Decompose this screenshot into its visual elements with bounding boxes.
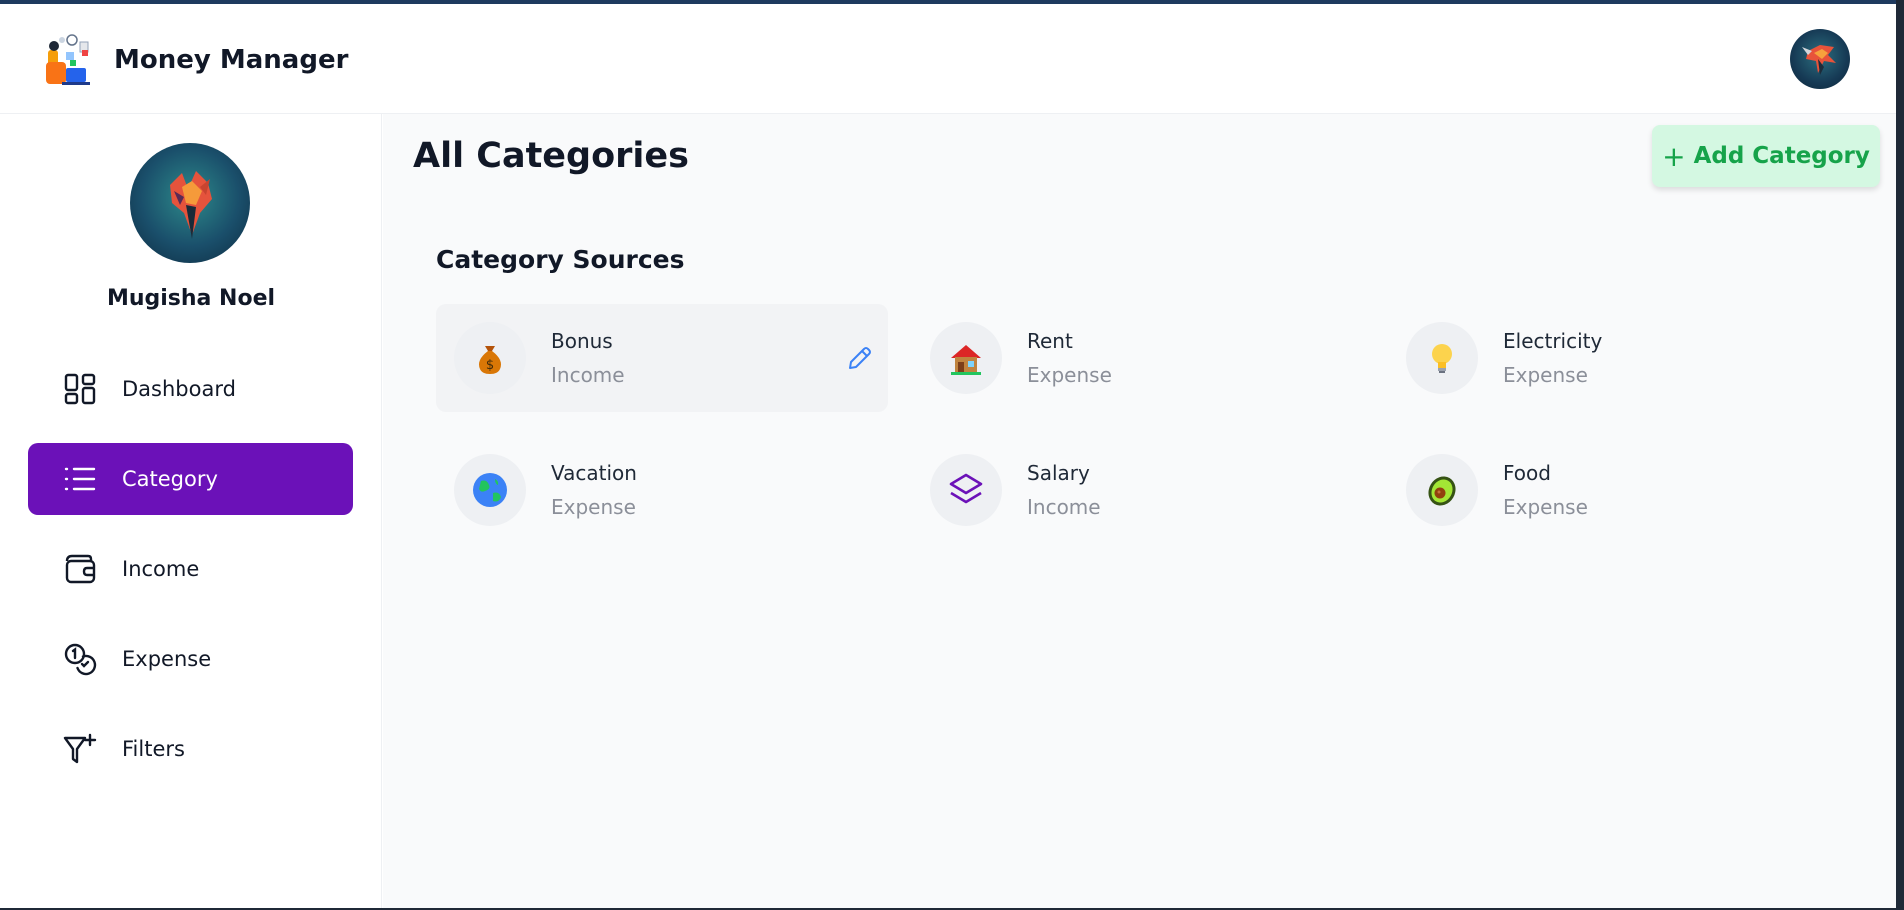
sidebar-item-label: Filters: [122, 737, 185, 761]
header-avatar[interactable]: [1790, 29, 1850, 89]
wallet-icon: [62, 551, 98, 587]
globe-icon: [454, 454, 526, 526]
category-type: Expense: [551, 495, 636, 519]
profile-name: Mugisha Noel: [106, 286, 276, 311]
house-icon: [930, 322, 1002, 394]
profile-avatar[interactable]: [130, 143, 250, 263]
money-bag-icon: $: [454, 322, 526, 394]
add-category-button[interactable]: + Add Category: [1652, 125, 1880, 187]
category-name: Bonus: [551, 329, 613, 353]
category-card-electricity[interactable]: Electricity Expense: [1388, 304, 1840, 412]
category-name: Food: [1503, 461, 1551, 485]
category-name: Electricity: [1503, 329, 1603, 353]
section-title: Category Sources: [436, 245, 685, 274]
category-card-rent[interactable]: Rent Expense: [912, 304, 1364, 412]
brand[interactable]: Money Manager: [44, 32, 348, 88]
category-card-bonus[interactable]: $ Bonus Income: [436, 304, 888, 412]
category-name: Rent: [1027, 329, 1073, 353]
coins-icon: [62, 641, 98, 677]
sidebar-nav: Dashboard Category Income Expense Filter…: [28, 353, 353, 803]
page-title: All Categories: [413, 136, 689, 176]
layers-icon: [930, 454, 1002, 526]
avocado-icon: [1406, 454, 1478, 526]
light-bulb-icon: [1406, 322, 1478, 394]
sidebar-item-label: Dashboard: [122, 377, 236, 401]
edit-pencil-icon[interactable]: [844, 344, 874, 374]
sidebar-item-category[interactable]: Category: [28, 443, 353, 515]
category-type: Income: [1027, 495, 1101, 519]
app-name: Money Manager: [114, 45, 349, 75]
category-grid: $ Bonus Income Rent Expense Electricity …: [436, 304, 1866, 544]
sidebar: Mugisha Noel Dashboard Category Income E…: [0, 114, 382, 908]
sidebar-item-income[interactable]: Income: [28, 533, 353, 605]
category-type: Income: [551, 363, 625, 387]
category-card-vacation[interactable]: Vacation Expense: [436, 436, 888, 544]
list-icon: [62, 461, 98, 497]
main-content: All Categories + Add Category Category S…: [383, 114, 1896, 908]
window-right-border: [1896, 0, 1904, 910]
sidebar-item-dashboard[interactable]: Dashboard: [28, 353, 353, 425]
category-type: Expense: [1503, 495, 1588, 519]
funnel-plus-icon: [62, 731, 98, 767]
app-header: Money Manager: [0, 4, 1896, 114]
category-card-food[interactable]: Food Expense: [1388, 436, 1840, 544]
sidebar-item-label: Category: [122, 467, 218, 491]
avatar-art-icon: [170, 171, 212, 239]
add-category-label: Add Category: [1693, 143, 1870, 169]
category-type: Expense: [1503, 363, 1588, 387]
sidebar-item-label: Expense: [122, 647, 212, 671]
category-name: Vacation: [551, 461, 637, 485]
sidebar-item-filters[interactable]: Filters: [28, 713, 353, 785]
avatar-art-icon: [1802, 45, 1836, 75]
money-manager-logo-icon: [46, 34, 90, 85]
sidebar-item-expense[interactable]: Expense: [28, 623, 353, 695]
plus-icon: +: [1662, 139, 1686, 173]
svg-text:$: $: [486, 358, 494, 373]
category-name: Salary: [1027, 461, 1090, 485]
sidebar-item-label: Income: [122, 557, 200, 581]
dashboard-grid-icon: [62, 371, 98, 407]
category-card-salary[interactable]: Salary Income: [912, 436, 1364, 544]
category-type: Expense: [1027, 363, 1112, 387]
